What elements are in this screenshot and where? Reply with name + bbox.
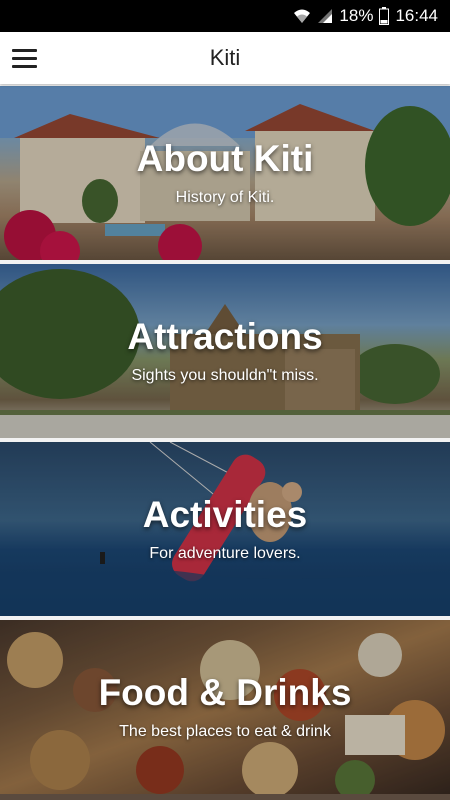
battery-icon — [379, 7, 390, 25]
battery-percentage: 18% — [339, 6, 374, 25]
card-subtitle: The best places to eat & drink — [119, 723, 331, 741]
card-food-drinks[interactable]: Food & Drinks The best places to eat & d… — [0, 620, 450, 794]
status-bar: 18% 16:44 — [0, 0, 450, 32]
card-text: Food & Drinks The best places to eat & d… — [0, 620, 450, 794]
card-text: Activities For adventure lovers. — [0, 442, 450, 616]
hamburger-menu-icon[interactable] — [12, 45, 38, 71]
wifi-icon — [293, 8, 311, 24]
card-subtitle: For adventure lovers. — [149, 545, 301, 563]
card-title: Attractions — [127, 315, 323, 357]
clock: 16:44 — [395, 6, 438, 25]
card-text: Attractions Sights you shouldn"t miss. — [0, 264, 450, 438]
app-title: Kiti — [209, 45, 241, 70]
card-about-kiti[interactable]: About Kiti History of Kiti. — [0, 86, 450, 260]
card-title: About Kiti — [136, 137, 314, 179]
app-bar: Kiti — [0, 32, 450, 84]
card-activities[interactable]: Activities For adventure lovers. — [0, 442, 450, 616]
card-subtitle: Sights you shouldn"t miss. — [131, 367, 319, 385]
card-title: Food & Drinks — [98, 671, 352, 713]
card-text: About Kiti History of Kiti. — [0, 86, 450, 260]
card-subtitle: History of Kiti. — [175, 189, 275, 207]
next-card-edge — [0, 794, 450, 800]
category-list: About Kiti History of Kiti. Attractions … — [0, 86, 450, 798]
card-title: Activities — [142, 493, 308, 535]
signal-icon — [317, 8, 333, 24]
card-attractions[interactable]: Attractions Sights you shouldn"t miss. — [0, 264, 450, 438]
